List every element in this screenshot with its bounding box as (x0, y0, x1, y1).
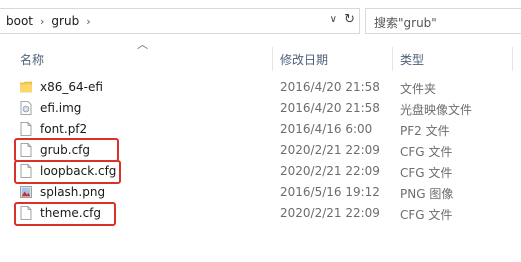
column-name[interactable]: 名称 (20, 51, 44, 68)
file-date: 2016/4/20 21:58 (280, 101, 380, 115)
column-divider[interactable] (392, 47, 393, 71)
file-date: 2020/2/21 22:09 (280, 143, 380, 157)
highlight-box-loopback-cfg (14, 160, 121, 184)
file-name: splash.png (40, 185, 106, 199)
search-placeholder: 搜索"grub" (374, 16, 437, 30)
file-date: 2016/4/20 21:58 (280, 80, 380, 94)
column-header: 名称 修改日期 类型 (0, 47, 521, 71)
chevron-right-icon[interactable]: › (40, 15, 44, 28)
image-icon (20, 186, 32, 198)
column-divider[interactable] (272, 47, 273, 71)
refresh-icon[interactable]: ↻ (344, 12, 355, 27)
file-date: 2016/5/16 19:12 (280, 185, 380, 199)
highlight-box-grub-cfg (14, 138, 119, 162)
chevron-down-icon[interactable]: ∨ (330, 14, 337, 25)
chevron-right-icon[interactable]: › (86, 15, 90, 28)
file-type: 文件夹 (400, 82, 437, 96)
file-type: 光盘映像文件 (400, 103, 473, 117)
breadcrumb-boot[interactable]: boot (6, 14, 33, 28)
file-row[interactable]: x86_64-efi 2016/4/20 21:58 文件夹 (16, 77, 521, 98)
highlight-box-theme-cfg (14, 202, 116, 226)
address-bar[interactable]: boot › grub › ∨ ↻ (0, 8, 360, 34)
breadcrumb: boot › grub › (6, 14, 98, 28)
column-type[interactable]: 类型 (400, 51, 424, 68)
file-type: PF2 文件 (400, 124, 450, 138)
column-date[interactable]: 修改日期 (280, 51, 328, 68)
column-divider[interactable] (512, 47, 513, 71)
file-name: x86_64-efi (40, 80, 103, 94)
file-name: font.pf2 (40, 122, 88, 136)
file-name: efi.img (40, 101, 82, 115)
file-row[interactable]: font.pf2 2016/4/16 6:00 PF2 文件 (16, 119, 521, 140)
file-type: CFG 文件 (400, 208, 453, 222)
search-input[interactable]: 搜索"grub" (365, 8, 521, 34)
file-type: CFG 文件 (400, 166, 453, 180)
breadcrumb-grub[interactable]: grub (51, 14, 79, 28)
folder-icon (20, 81, 32, 93)
file-date: 2020/2/21 22:09 (280, 164, 380, 178)
file-type: PNG 图像 (400, 187, 454, 201)
file-row[interactable]: splash.png 2016/5/16 19:12 PNG 图像 (16, 182, 521, 203)
file-type: CFG 文件 (400, 145, 453, 159)
file-icon (20, 122, 32, 136)
file-date: 2016/4/16 6:00 (280, 122, 373, 136)
file-row[interactable]: efi.img 2016/4/20 21:58 光盘映像文件 (16, 98, 521, 119)
file-date: 2020/2/21 22:09 (280, 206, 380, 220)
disc-image-icon (20, 101, 32, 115)
